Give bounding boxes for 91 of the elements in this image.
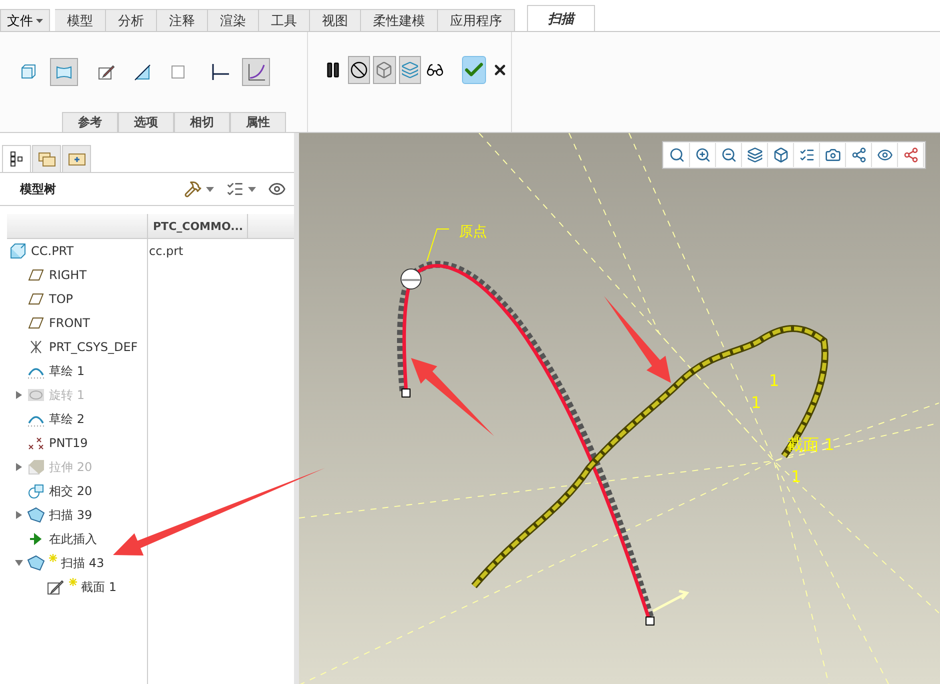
cube-icon bbox=[772, 147, 788, 163]
pencil-icon bbox=[97, 63, 115, 81]
asterisk-icon bbox=[69, 578, 77, 586]
ribbon-tab[interactable]: 视图 bbox=[310, 9, 361, 31]
plane-icon bbox=[27, 291, 45, 307]
nodes-icon bbox=[850, 147, 866, 163]
plane-icon bbox=[27, 315, 45, 331]
ribbon-tab[interactable]: 分析 bbox=[106, 9, 157, 31]
camera-icon bbox=[824, 147, 840, 163]
asterisk-icon bbox=[49, 554, 57, 562]
list-icon[interactable] bbox=[226, 180, 244, 198]
tree-item[interactable]: 在此插入 bbox=[49, 530, 97, 548]
search-icon bbox=[668, 147, 684, 163]
tree-item[interactable]: RIGHT bbox=[49, 268, 87, 282]
zoom-in-icon bbox=[694, 147, 710, 163]
tree-item[interactable]: 扫描 39 bbox=[49, 506, 92, 524]
dimension-label: 原点 bbox=[459, 225, 487, 239]
caret-icon[interactable] bbox=[248, 186, 256, 192]
view-tool-button[interactable] bbox=[820, 143, 846, 167]
nodes-icon bbox=[902, 147, 918, 163]
tool-button[interactable] bbox=[348, 56, 370, 84]
curve-icon bbox=[246, 63, 266, 81]
plane-icon bbox=[27, 267, 45, 283]
section-icon bbox=[210, 63, 230, 81]
tree-item[interactable]: 扫描 43 bbox=[61, 554, 104, 572]
tree-item[interactable]: 相交 20 bbox=[49, 482, 92, 500]
eye-icon[interactable] bbox=[268, 180, 286, 198]
tree-item[interactable]: TOP bbox=[49, 292, 74, 306]
square-icon bbox=[170, 64, 186, 80]
tree-item[interactable]: PNT19 bbox=[49, 436, 88, 450]
layers-icon bbox=[746, 147, 762, 163]
expand-icon[interactable] bbox=[15, 511, 23, 519]
revolve-icon bbox=[27, 387, 45, 403]
caret-icon bbox=[36, 18, 43, 22]
expand-icon[interactable] bbox=[15, 463, 23, 471]
tree-icon bbox=[10, 151, 24, 167]
glasses-icon bbox=[426, 61, 444, 79]
ribbon-tab[interactable]: 应用程序 bbox=[438, 9, 515, 31]
sweep-icon bbox=[27, 555, 45, 571]
tree-item[interactable]: FRONT bbox=[49, 316, 90, 330]
view-tool-button[interactable] bbox=[742, 143, 768, 167]
tree-item[interactable]: 草绘 1 bbox=[49, 362, 84, 380]
tree-item[interactable]: CC.PRT bbox=[31, 244, 74, 258]
extrude-icon bbox=[27, 459, 45, 475]
view-tool-button[interactable] bbox=[716, 143, 742, 167]
zoom-out-icon bbox=[720, 147, 736, 163]
panel-tab[interactable] bbox=[2, 145, 31, 172]
collapse-icon[interactable] bbox=[15, 559, 23, 567]
view-tool-button[interactable] bbox=[846, 143, 872, 167]
intersect-icon bbox=[27, 483, 45, 499]
pencil-icon bbox=[47, 579, 65, 595]
list-icon bbox=[798, 147, 814, 163]
tree-item[interactable]: PRT_CSYS_DEF bbox=[49, 340, 138, 354]
panel-tab[interactable]: 相切 bbox=[174, 112, 230, 132]
hammer-icon[interactable] bbox=[184, 180, 202, 198]
ribbon-tab[interactable]: 注释 bbox=[157, 9, 208, 31]
view-tool-button[interactable] bbox=[690, 143, 716, 167]
panel-tab[interactable]: 属性 bbox=[230, 112, 286, 132]
surface-icon bbox=[55, 64, 73, 80]
view-tool-button[interactable] bbox=[768, 143, 794, 167]
panel-title: 模型树 bbox=[20, 180, 57, 198]
view-tool-button[interactable] bbox=[664, 143, 690, 167]
caret-icon[interactable] bbox=[206, 186, 214, 192]
view-tool-button[interactable] bbox=[898, 143, 924, 167]
tree-item[interactable]: 草绘 2 bbox=[49, 410, 84, 428]
ribbon-tab[interactable]: 渲染 bbox=[208, 9, 259, 31]
tree-item[interactable]: 截面 1 bbox=[81, 578, 116, 596]
table-cell-text: cc.prt bbox=[148, 244, 184, 258]
panel-tab[interactable]: 选项 bbox=[118, 112, 174, 132]
stop-icon bbox=[350, 61, 368, 79]
wedge-icon bbox=[133, 63, 151, 81]
sweep-icon bbox=[27, 507, 45, 523]
eye-icon bbox=[876, 147, 892, 163]
mesh-icon bbox=[375, 61, 394, 79]
dimension-label: 1 bbox=[751, 395, 762, 411]
layers-icon bbox=[400, 61, 419, 79]
ribbon-tab[interactable]: 工具 bbox=[259, 9, 310, 31]
file-menu[interactable]: 文件 bbox=[0, 9, 50, 31]
dimension-label: 1 bbox=[769, 373, 780, 389]
expand-icon[interactable] bbox=[15, 391, 23, 399]
ribbon-tab[interactable]: 模型 bbox=[55, 9, 106, 31]
panel-tab[interactable]: 参考 bbox=[62, 112, 118, 132]
view-tool-button[interactable] bbox=[794, 143, 820, 167]
ribbon-tab[interactable]: 扫描 bbox=[527, 5, 595, 31]
points-icon bbox=[27, 435, 45, 451]
ribbon-tab[interactable]: 柔性建模 bbox=[361, 9, 438, 31]
cube-icon bbox=[9, 243, 27, 259]
view-tool-button[interactable] bbox=[872, 143, 898, 167]
folders-icon bbox=[38, 151, 56, 167]
dimension-label: 1 bbox=[791, 469, 802, 485]
cube-icon bbox=[20, 64, 36, 80]
